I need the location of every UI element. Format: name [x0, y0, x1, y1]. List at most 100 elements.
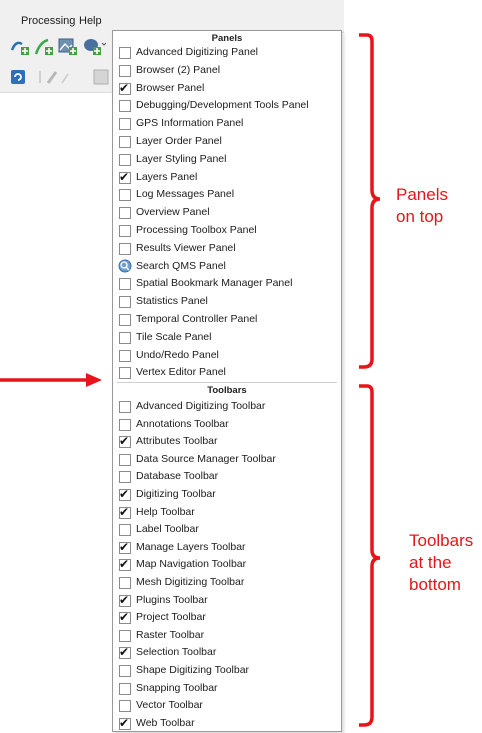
menu-item-processing-toolbox-panel[interactable]: Processing Toolbox Panel [113, 222, 341, 240]
checkbox-checked[interactable]: ✔ [119, 557, 131, 572]
menu-processing[interactable]: Processing [21, 15, 75, 27]
checkbox-unchecked[interactable] [119, 577, 131, 589]
menu-item-selection-toolbar[interactable]: ✔ Selection Toolbar [113, 644, 341, 662]
checkbox-checked[interactable]: ✔ [119, 645, 131, 660]
checkbox-unchecked[interactable] [119, 225, 131, 237]
menu-item-manage-layers-toolbar[interactable]: ✔ Manage Layers Toolbar [113, 539, 341, 557]
menu-item-label: Undo/Redo Panel [136, 348, 219, 361]
checkbox-unchecked[interactable] [119, 207, 131, 220]
checkbox-unchecked[interactable] [119, 367, 131, 380]
checkbox-unchecked[interactable] [119, 136, 131, 148]
checkbox-checked[interactable]: ✔ [119, 170, 131, 184]
checkbox-unchecked[interactable] [119, 189, 131, 202]
checkbox-checked[interactable]: ✔ [119, 610, 131, 625]
menu-item-label: Log Messages Panel [136, 188, 235, 201]
add-raster-layer-icon[interactable] [58, 37, 78, 56]
checkbox-unchecked[interactable] [119, 278, 131, 291]
menu-item-label: Layer Styling Panel [136, 152, 227, 165]
menu-item-tile-scale-panel[interactable]: Tile Scale Panel [113, 329, 341, 347]
menu-item-raster-toolbar[interactable]: Raster Toolbar [113, 627, 341, 645]
menu-item-web-toolbar[interactable]: ✔ Web Toolbar [113, 715, 341, 733]
menu-help[interactable]: Help [79, 15, 102, 27]
checkbox-checked[interactable]: ✔ [119, 504, 131, 519]
menu-item-snapping-toolbar[interactable]: Snapping Toolbar [113, 680, 341, 698]
checkmark-icon: ✔ [119, 504, 130, 519]
menu-item-advanced-digitizing-toolbar[interactable]: Advanced Digitizing Toolbar [113, 398, 341, 416]
menu-item-label: Layers Panel [136, 170, 198, 183]
add-vector-layer-icon[interactable] [10, 38, 30, 56]
menu-item-shape-digitizing-toolbar[interactable]: Shape Digitizing Toolbar [113, 662, 341, 680]
checkmark-icon: ✔ [119, 539, 130, 554]
menu-item-browser-panel[interactable]: ✔ Browser Panel [113, 80, 341, 98]
menu-item-vertex-editor-panel[interactable]: Vertex Editor Panel [113, 364, 341, 382]
checkbox-checked[interactable]: ✔ [119, 539, 131, 554]
checkmark-icon: ✔ [119, 80, 130, 95]
checkbox-unchecked[interactable] [119, 296, 131, 309]
menu-item-layers-panel[interactable]: ✔ Layers Panel [113, 169, 341, 187]
checkbox-unchecked[interactable] [119, 524, 131, 537]
menu-item-overview-panel[interactable]: Overview Panel [113, 204, 341, 222]
checkbox-unchecked[interactable] [119, 401, 131, 413]
checkbox-unchecked[interactable] [119, 153, 131, 166]
checkbox-checked[interactable]: ✔ [119, 434, 131, 449]
menu-item-log-messages-panel[interactable]: Log Messages Panel [113, 186, 341, 204]
menu-item-search-qms-panel[interactable]: Search QMS Panel [113, 258, 341, 276]
checkbox-unchecked[interactable] [119, 471, 131, 484]
toolbar-row-2 [0, 62, 116, 93]
checkbox-unchecked[interactable] [119, 331, 131, 344]
menu-item-debugging-development-tools-panel[interactable]: Debugging/Development Tools Panel [113, 97, 341, 115]
toolbars-annotation-line-1: Toolbars [409, 531, 474, 550]
menu-item-label: Overview Panel [136, 206, 210, 219]
checkbox-unchecked[interactable] [119, 700, 131, 713]
edit-pencil-icon[interactable] [38, 69, 74, 85]
checkbox-unchecked[interactable] [119, 64, 131, 77]
checkbox-unchecked[interactable] [119, 453, 131, 466]
menu-item-label-toolbar[interactable]: Label Toolbar [113, 521, 341, 539]
checkbox-checked[interactable]: ✔ [119, 715, 131, 730]
toolbar-row-1 [0, 32, 116, 62]
checkbox-unchecked[interactable] [119, 665, 131, 677]
checkbox-checked[interactable]: ✔ [119, 593, 131, 607]
menu-item-browser-2-panel[interactable]: Browser (2) Panel [113, 62, 341, 80]
menu-item-database-toolbar[interactable]: Database Toolbar [113, 468, 341, 486]
menu-item-data-source-manager-toolbar[interactable]: Data Source Manager Toolbar [113, 451, 341, 469]
menu-item-vector-toolbar[interactable]: Vector Toolbar [113, 697, 341, 715]
checkbox-unchecked[interactable] [119, 349, 131, 362]
menu-item-attributes-toolbar[interactable]: ✔ Attributes Toolbar [113, 433, 341, 451]
checkbox-unchecked[interactable] [119, 118, 131, 131]
save-edits-icon[interactable] [92, 69, 110, 85]
menu-item-mesh-digitizing-toolbar[interactable]: Mesh Digitizing Toolbar [113, 574, 341, 592]
add-postgis-layer-icon[interactable] [82, 37, 106, 56]
checkbox-checked[interactable]: ✔ [119, 487, 131, 501]
checkbox-unchecked[interactable] [119, 314, 131, 326]
menu-item-undo-redo-panel[interactable]: Undo/Redo Panel [113, 347, 341, 365]
checkmark-icon: ✔ [119, 557, 130, 572]
menu-item-statistics-panel[interactable]: Statistics Panel [113, 293, 341, 311]
menu-item-annotations-toolbar[interactable]: Annotations Toolbar [113, 416, 341, 434]
checkbox-unchecked[interactable] [119, 629, 131, 642]
menu-item-advanced-digitizing-panel[interactable]: Advanced Digitizing Panel [113, 44, 341, 62]
checkbox-unchecked[interactable] [119, 47, 131, 59]
checkbox-unchecked[interactable] [119, 242, 131, 255]
checkbox-unchecked[interactable] [119, 100, 131, 113]
refresh-icon[interactable] [10, 69, 26, 85]
menu-item-spatial-bookmark-manager-panel[interactable]: Spatial Bookmark Manager Panel [113, 275, 341, 293]
checkbox-unchecked[interactable] [119, 682, 131, 695]
checkbox-checked[interactable]: ✔ [119, 80, 131, 95]
checkmark-icon: ✔ [119, 487, 130, 501]
menu-item-layer-styling-panel[interactable]: Layer Styling Panel [113, 151, 341, 169]
menu-item-results-viewer-panel[interactable]: Results Viewer Panel [113, 240, 341, 258]
add-line-layer-icon[interactable] [34, 38, 54, 56]
menu-item-digitizing-toolbar[interactable]: ✔ Digitizing Toolbar [113, 486, 341, 504]
checkmark-icon: ✔ [119, 434, 130, 449]
menu-item-layer-order-panel[interactable]: Layer Order Panel [113, 133, 341, 151]
menu-item-temporal-controller-panel[interactable]: Temporal Controller Panel [113, 311, 341, 329]
checkmark-icon: ✔ [119, 715, 130, 730]
menu-item-help-toolbar[interactable]: ✔ Help Toolbar [113, 504, 341, 522]
checkbox-unchecked[interactable] [119, 418, 131, 431]
menu-item-plugins-toolbar[interactable]: ✔ Plugins Toolbar [113, 592, 341, 610]
panels-bracket [359, 33, 381, 369]
menu-item-gps-information-panel[interactable]: GPS Information Panel [113, 115, 341, 133]
menu-item-map-navigation-toolbar[interactable]: ✔ Map Navigation Toolbar [113, 556, 341, 574]
menu-item-project-toolbar[interactable]: ✔ Project Toolbar [113, 609, 341, 627]
